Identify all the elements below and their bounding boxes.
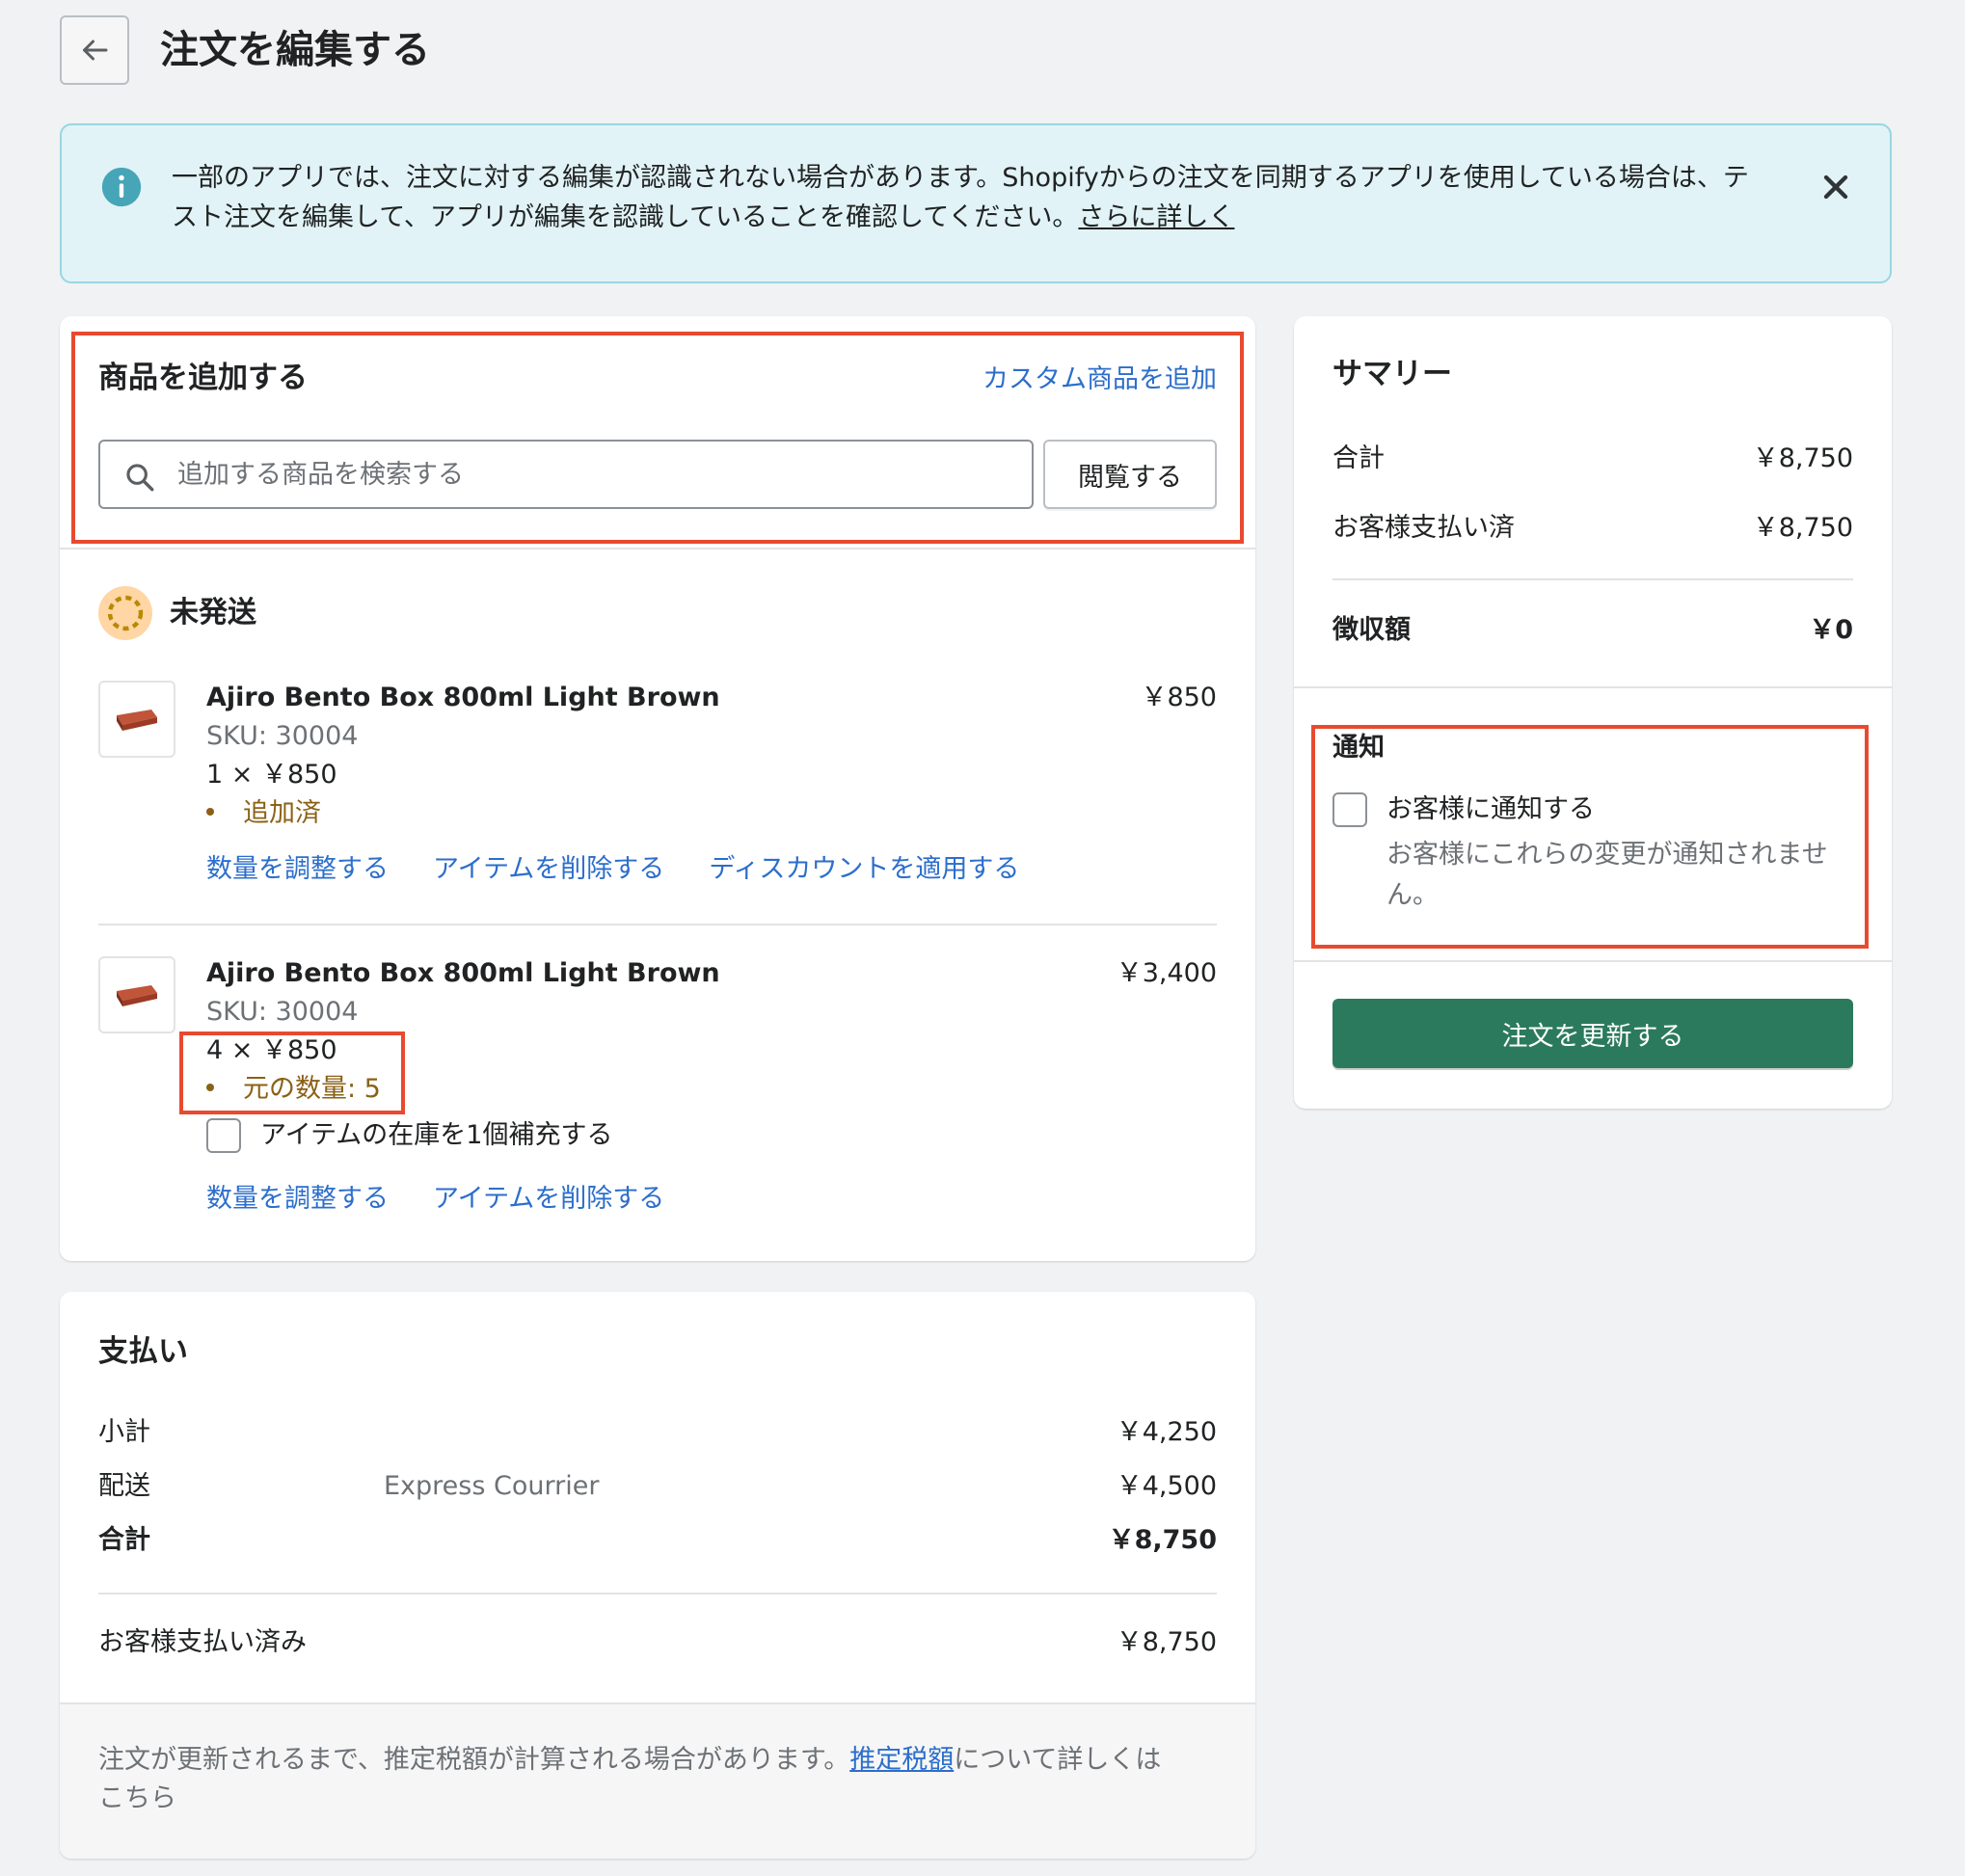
summary-paid-value: ￥8,750 [1752, 513, 1853, 543]
adjust-quantity-link[interactable]: 数量を調整する [206, 854, 389, 884]
notify-help-text: お客様にこれらの変更が通知されませ ん。 [1386, 840, 1828, 910]
payment-card: 支払い 小計 ￥4,250 配送 Express Courrier ￥4,500… [60, 1292, 1255, 1859]
item-added-badge: 追加済 [206, 794, 321, 833]
order-items-card: 商品を追加する カスタム商品を追加 閲覧する 未発送 Ajiro Bento B… [60, 316, 1255, 1261]
unfulfilled-icon [98, 586, 152, 640]
search-input[interactable] [175, 449, 1005, 499]
item-total: ￥850 [1141, 683, 1217, 712]
remove-item-link[interactable]: アイテムを削除する [433, 1184, 664, 1214]
summary-paid-label: お客様支払い済 [1332, 513, 1515, 543]
bento-box-image [117, 710, 157, 731]
total-value: ￥8,750 [1108, 1525, 1217, 1555]
back-button[interactable] [60, 15, 129, 85]
subtotal-value: ￥4,250 [1116, 1417, 1217, 1447]
bento-box-image [117, 985, 157, 1006]
restock-option[interactable]: アイテムの在庫を1個補充する [206, 1116, 612, 1155]
add-product-title: 商品を追加する [98, 361, 308, 395]
shipping-method: Express Courrier [384, 1471, 600, 1501]
divider [1332, 578, 1853, 580]
summary-total-label: 合計 [1332, 443, 1385, 473]
summary-card: サマリー 合計 ￥8,750 お客様支払い済 ￥8,750 徴収額 ￥0 通知 … [1294, 316, 1892, 1109]
tax-notice-text: 注文が更新されるまで、推定税額が計算される場合があります。推定税額について詳しく… [98, 1745, 1162, 1813]
item-sku: SKU: 30004 [206, 997, 359, 1027]
search-icon [126, 464, 154, 492]
notify-customer-checkbox[interactable] [1332, 792, 1367, 827]
summary-title: サマリー [1332, 357, 1452, 391]
restock-label: アイテムの在庫を1個補充する [260, 1120, 613, 1150]
original-quantity-badge: 元の数量: 5 [206, 1070, 381, 1109]
subtotal-label: 小計 [98, 1417, 150, 1447]
page-title: 注文を編集する [160, 28, 430, 72]
bullet-icon [206, 807, 214, 816]
remove-item-link[interactable]: アイテムを削除する [433, 854, 664, 884]
payment-title: 支払い [98, 1334, 188, 1369]
info-banner: 一部のアプリでは、注文に対する編集が認識されない場合があります。Shopifyか… [60, 123, 1892, 283]
item-title[interactable]: Ajiro Bento Box 800ml Light Brown [206, 679, 720, 717]
divider [1294, 960, 1892, 962]
bullet-icon [206, 1083, 214, 1091]
add-custom-item-link[interactable]: カスタム商品を追加 [982, 361, 1217, 399]
item-actions: 数量を調整する アイテムを削除する ディスカウントを適用する [206, 850, 1063, 889]
item-sku: SKU: 30004 [206, 721, 359, 751]
product-thumbnail [98, 956, 175, 1033]
shipping-label: 配送 [98, 1471, 150, 1501]
tax-notice: 注文が更新されるまで、推定税額が計算される場合があります。推定税額について詳しく… [60, 1702, 1255, 1859]
banner-message: 一部のアプリでは、注文に対する編集が認識されない場合があります。Shopifyか… [172, 163, 1749, 232]
product-search-field[interactable] [98, 440, 1034, 509]
arrow-left-icon [83, 40, 108, 61]
learn-more-link[interactable]: さらに詳しく [1078, 202, 1234, 232]
total-label: 合計 [98, 1525, 150, 1555]
item-actions: 数量を調整する アイテムを削除する [206, 1180, 709, 1219]
balance-label: 徴収額 [1332, 615, 1411, 645]
divider [60, 548, 1255, 549]
estimated-tax-link[interactable]: 推定税額 [849, 1745, 954, 1775]
customer-paid-label: お客様支払い済み [98, 1627, 307, 1657]
customer-paid-value: ￥8,750 [1116, 1627, 1217, 1657]
summary-total-value: ￥8,750 [1752, 443, 1853, 473]
info-icon [101, 167, 142, 207]
update-order-button[interactable]: 注文を更新する [1332, 999, 1853, 1068]
shipping-value: ￥4,500 [1116, 1471, 1217, 1501]
item-qty-price: 4 × ￥850 [206, 1035, 337, 1065]
divider [1294, 686, 1892, 688]
product-thumbnail [98, 681, 175, 758]
divider [98, 924, 1217, 925]
balance-value: ￥0 [1809, 615, 1853, 645]
browse-button[interactable]: 閲覧する [1043, 440, 1217, 509]
close-icon[interactable] [1817, 168, 1855, 206]
notification-title: 通知 [1332, 733, 1385, 763]
notify-customer-label: お客様に通知する [1386, 794, 1595, 824]
adjust-quantity-link[interactable]: 数量を調整する [206, 1184, 389, 1214]
item-qty-price: 1 × ￥850 [206, 760, 337, 790]
restock-checkbox[interactable] [206, 1118, 241, 1153]
notify-customer-option[interactable]: お客様に通知する [1332, 791, 1595, 829]
item-title[interactable]: Ajiro Bento Box 800ml Light Brown [206, 954, 720, 993]
fulfillment-status: 未発送 [170, 596, 256, 630]
item-total: ￥3,400 [1116, 958, 1217, 988]
apply-discount-link[interactable]: ディスカウントを適用する [709, 854, 1019, 884]
divider [98, 1593, 1217, 1595]
